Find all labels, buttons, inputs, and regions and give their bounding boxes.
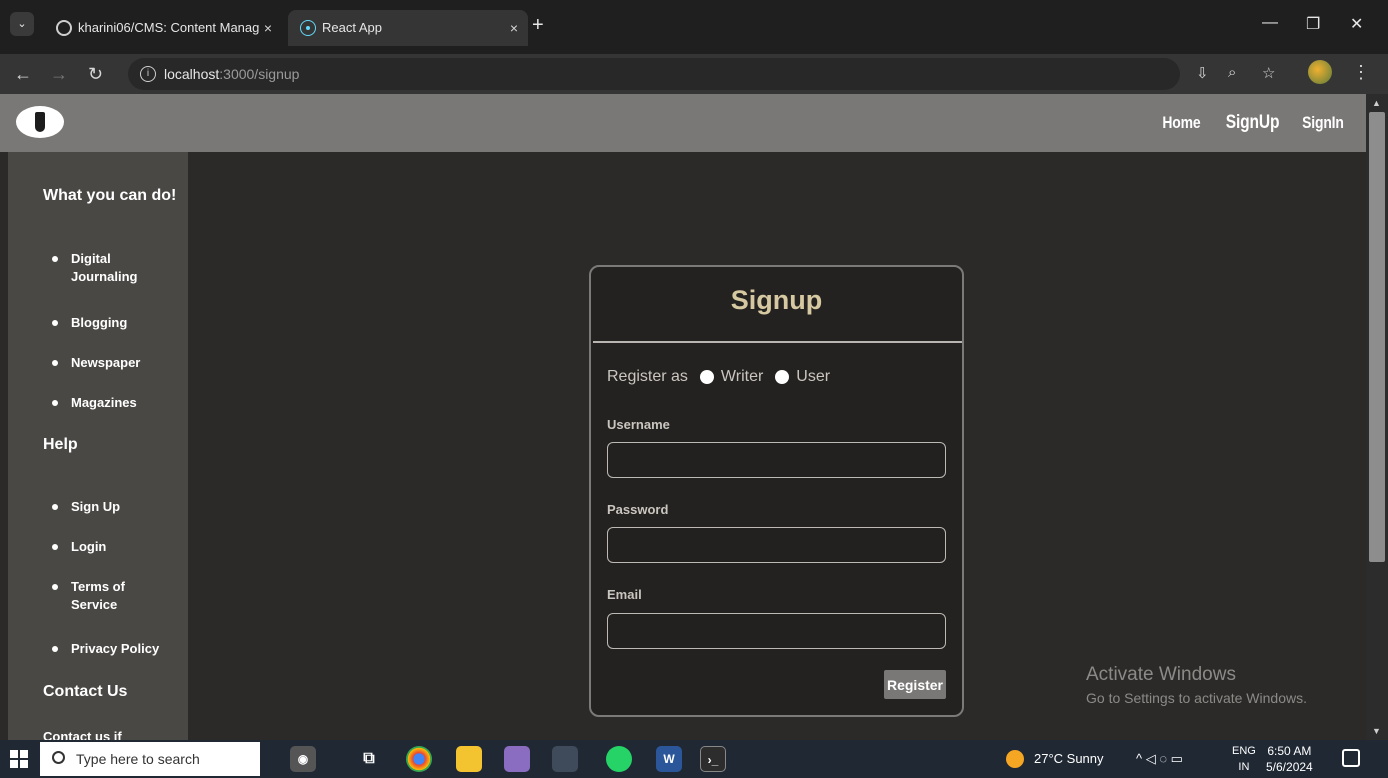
windows-start-icon[interactable] (10, 750, 28, 768)
weather-sun-icon[interactable] (1006, 750, 1024, 768)
taskbar-clock[interactable]: 6:50 AM 5/6/2024 (1266, 743, 1313, 775)
task-view-icon[interactable]: ⧉ (356, 746, 382, 772)
sidebar-link-terms[interactable]: Terms of Service (52, 578, 172, 614)
close-tab-icon[interactable]: × (510, 10, 518, 46)
password-input[interactable] (607, 527, 946, 563)
sidebar-contact-text: Contact us if (43, 729, 122, 740)
search-icon (52, 751, 65, 764)
tab-react-app[interactable]: React App × (288, 10, 528, 46)
search-placeholder: Type here to search (76, 751, 200, 767)
signup-title: Signup (730, 285, 823, 315)
lang-top: ENG (1232, 745, 1256, 757)
scroll-down-icon[interactable]: ▼ (1372, 726, 1381, 736)
weather-text[interactable]: 27°C Sunny (1034, 740, 1104, 778)
sidebar: What you can do! Digital Journaling Blog… (8, 152, 188, 740)
lang-bottom: IN (1238, 761, 1250, 773)
nav-home-link[interactable]: Home (1162, 113, 1200, 133)
sidebar-link-login[interactable]: Login (52, 538, 172, 556)
windows-taskbar: Type here to search ◉ ⧉ W ›_ 27°C Sunny … (0, 740, 1388, 778)
site-header: Home SignUp SignIn (0, 94, 1366, 152)
nav-signup-link[interactable]: SignUp (1226, 112, 1280, 134)
url-input[interactable]: i localhost:3000/signup (128, 58, 1180, 90)
taskbar-search-input[interactable]: Type here to search (40, 742, 260, 776)
sidebar-link-sign-up[interactable]: Sign Up (52, 498, 172, 516)
url-host: localhost (164, 66, 220, 82)
tab-title: kharini06/CMS: Content Manag (78, 20, 260, 35)
site-info-icon[interactable]: i (140, 66, 156, 82)
minimize-icon[interactable]: — (1262, 14, 1278, 32)
title-divider (593, 341, 962, 343)
forward-icon[interactable]: → (50, 62, 68, 86)
user-radio-label[interactable]: User (796, 368, 830, 386)
language-indicator[interactable]: ENG IN (1232, 743, 1256, 775)
nav-signin-link[interactable]: SignIn (1302, 113, 1344, 133)
new-tab-button[interactable]: + (532, 14, 544, 37)
browser-menu-icon[interactable]: ⋮ (1352, 62, 1370, 83)
sidebar-heading-contact: Contact Us (43, 683, 128, 700)
writer-radio[interactable] (699, 370, 714, 384)
sidebar-link-privacy[interactable]: Privacy Policy (52, 640, 172, 658)
scroll-thumb[interactable] (1369, 112, 1385, 562)
react-icon (300, 20, 316, 36)
url-path: :3000/signup (219, 66, 300, 82)
register-as-label: Register as (607, 368, 688, 385)
reload-icon[interactable]: ↻ (88, 62, 103, 86)
email-label: Email (607, 587, 642, 602)
page-scrollbar[interactable]: ▲ ▼ (1366, 94, 1388, 740)
back-icon[interactable]: ← (14, 62, 32, 86)
notification-icon[interactable] (1342, 749, 1360, 767)
register-as-row: Register as Writer User (607, 365, 830, 389)
list-item-magazines[interactable]: Magazines (52, 394, 172, 412)
word-icon[interactable]: W (656, 746, 682, 772)
tab-github[interactable]: kharini06/CMS: Content Manag × (44, 10, 282, 46)
zoom-icon[interactable]: ⌕ (1228, 64, 1236, 81)
sidebar-heading-help: Help (43, 436, 78, 453)
list-item-blogging[interactable]: Blogging (52, 314, 172, 332)
tab-title: React App (322, 20, 382, 35)
address-bar: ← → ↻ i localhost:3000/signup ⇩ ⌕ ☆ (0, 54, 1388, 94)
terminal-icon[interactable]: ›_ (700, 746, 726, 772)
pen-nib-logo-icon[interactable] (16, 106, 64, 138)
list-item-digital-journaling[interactable]: Digital Journaling (52, 250, 172, 286)
browser-tab-bar: ⌄ kharini06/CMS: Content Manag × React A… (0, 0, 1388, 54)
snipping-tool-icon[interactable] (504, 746, 530, 772)
clock-time: 6:50 AM (1267, 744, 1312, 758)
close-window-icon[interactable]: ✕ (1350, 14, 1363, 34)
scroll-up-icon[interactable]: ▲ (1372, 98, 1381, 108)
whatsapp-icon[interactable] (606, 746, 632, 772)
profile-avatar[interactable] (1308, 60, 1332, 84)
chrome-icon[interactable] (406, 746, 432, 772)
install-icon[interactable]: ⇩ (1196, 64, 1209, 82)
list-item-newspaper[interactable]: Newspaper (52, 354, 172, 372)
activation-watermark-title: Activate Windows (1086, 664, 1236, 685)
register-button[interactable]: Register (884, 670, 946, 699)
writer-radio-label[interactable]: Writer (721, 368, 763, 386)
camera-app-icon[interactable]: ◉ (290, 746, 316, 772)
user-radio[interactable] (775, 370, 790, 384)
chrome-profile-icon[interactable] (552, 746, 578, 772)
password-label: Password (607, 502, 669, 517)
bookmark-star-icon[interactable]: ☆ (1262, 64, 1275, 82)
github-icon (56, 20, 72, 36)
activation-watermark-text: Go to Settings to activate Windows. (1086, 690, 1307, 706)
username-label: Username (607, 417, 670, 432)
clock-date: 5/6/2024 (1266, 760, 1313, 774)
sidebar-heading-features: What you can do! (43, 187, 177, 204)
signup-card: Signup Register as Writer User Username … (589, 265, 964, 717)
restore-icon[interactable]: ❐ (1306, 14, 1320, 34)
username-input[interactable] (607, 442, 946, 478)
email-input[interactable] (607, 613, 946, 649)
system-tray-icons[interactable]: ^ ◁ ◌ ▭ (1136, 740, 1183, 778)
main-nav: Home SignUp SignIn (1154, 94, 1344, 152)
close-tab-icon[interactable]: × (264, 10, 272, 46)
tab-search-button[interactable]: ⌄ (10, 12, 34, 36)
file-explorer-icon[interactable] (456, 746, 482, 772)
